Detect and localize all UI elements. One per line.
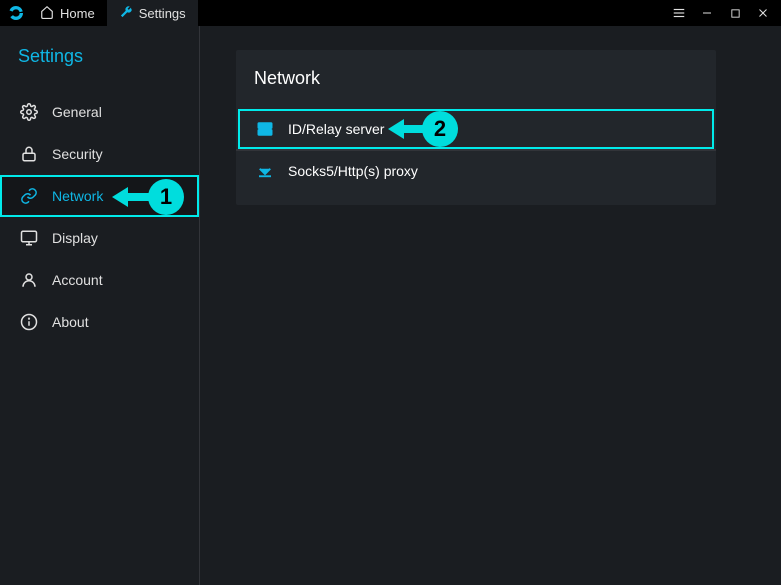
sidebar-item-label: General xyxy=(52,104,102,120)
download-icon xyxy=(256,162,274,180)
sidebar-item-account[interactable]: Account xyxy=(0,259,199,301)
sidebar-item-label: Account xyxy=(52,272,103,288)
menu-button[interactable] xyxy=(665,0,693,26)
sidebar-item-about[interactable]: About xyxy=(0,301,199,343)
main-panel: Network ID/Relay server 2 Socks5/Http(s)… xyxy=(200,26,781,585)
option-socks5-proxy[interactable]: Socks5/Http(s) proxy xyxy=(238,151,714,191)
sidebar-title: Settings xyxy=(0,40,199,91)
wrench-icon xyxy=(119,5,133,22)
link-icon xyxy=(20,187,38,205)
info-icon xyxy=(20,313,38,331)
titlebar-left: Home Settings xyxy=(4,0,198,26)
server-icon xyxy=(256,120,274,138)
home-icon xyxy=(40,5,54,22)
callout-1: 1 xyxy=(112,179,184,215)
callout-badge-1: 1 xyxy=(148,179,184,215)
user-icon xyxy=(20,271,38,289)
tab-settings[interactable]: Settings xyxy=(107,0,198,26)
callout-2: 2 xyxy=(388,111,458,147)
titlebar-right xyxy=(665,0,777,26)
tab-settings-label: Settings xyxy=(139,6,186,21)
title-bar: Home Settings xyxy=(0,0,781,26)
sidebar-item-label: About xyxy=(52,314,89,330)
section-title: Network xyxy=(236,68,716,109)
option-id-relay-server[interactable]: ID/Relay server 2 xyxy=(238,109,714,149)
maximize-button[interactable] xyxy=(721,0,749,26)
sidebar-item-general[interactable]: General xyxy=(0,91,199,133)
network-card: Network ID/Relay server 2 Socks5/Http(s)… xyxy=(236,50,716,205)
app-logo-icon xyxy=(4,0,28,26)
close-button[interactable] xyxy=(749,0,777,26)
tab-home[interactable]: Home xyxy=(28,0,107,26)
lock-icon xyxy=(20,145,38,163)
content: Settings General Security Network 1 xyxy=(0,26,781,585)
sidebar-item-label: Security xyxy=(52,146,103,162)
tab-home-label: Home xyxy=(60,6,95,21)
option-label: ID/Relay server xyxy=(288,121,384,137)
sidebar-item-label: Display xyxy=(52,230,98,246)
callout-badge-2: 2 xyxy=(422,111,458,147)
sidebar: Settings General Security Network 1 xyxy=(0,26,200,585)
minimize-button[interactable] xyxy=(693,0,721,26)
sidebar-item-label: Network xyxy=(52,188,103,204)
monitor-icon xyxy=(20,229,38,247)
sidebar-item-display[interactable]: Display xyxy=(0,217,199,259)
sidebar-item-security[interactable]: Security xyxy=(0,133,199,175)
gear-icon xyxy=(20,103,38,121)
sidebar-item-network[interactable]: Network 1 xyxy=(0,175,199,217)
option-label: Socks5/Http(s) proxy xyxy=(288,163,418,179)
